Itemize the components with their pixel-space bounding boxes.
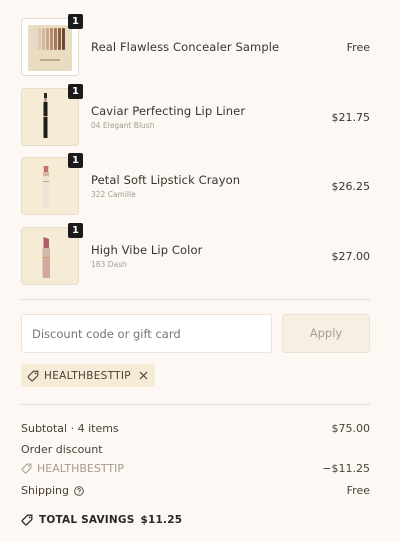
quantity-badge: 1 <box>68 14 83 29</box>
order-discount-row: Order discount <box>21 443 370 456</box>
applied-code-text: HEALTHBESTTIP <box>44 369 131 382</box>
discount-code-label: HEALTHBESTTIP <box>21 462 124 475</box>
item-price: $26.25 <box>331 179 371 193</box>
product-thumbnail: 1 <box>21 223 83 285</box>
item-name: Petal Soft Lipstick Crayon <box>91 173 241 187</box>
subtotal-value: $75.00 <box>331 422 371 435</box>
shipping-row: Shipping Free <box>21 484 370 497</box>
item-info: Petal Soft Lipstick Crayon 322 Camille <box>91 173 332 199</box>
tag-icon <box>21 514 33 526</box>
help-icon[interactable] <box>74 485 84 496</box>
product-thumbnail: 1 <box>21 84 83 146</box>
item-name: Caviar Perfecting Lip Liner <box>91 104 246 118</box>
discount-code-row: HEALTHBESTTIP −$11.25 <box>21 462 370 475</box>
item-price: $27.00 <box>331 249 371 263</box>
divider <box>21 299 370 300</box>
product-thumbnail: 1 <box>21 14 83 76</box>
subtotal-row: Subtotal · 4 items $75.00 <box>21 422 370 435</box>
total-savings: TOTAL SAVINGS $11.25 <box>21 514 182 526</box>
line-item: 1 Petal Soft Lipstick Crayon 322 Camille… <box>21 153 371 215</box>
line-item: 1 High Vibe Lip Color 183 Dash $27.00 <box>21 223 371 285</box>
item-info: Caviar Perfecting Lip Liner 04 Elegant B… <box>91 104 332 130</box>
quantity-badge: 1 <box>68 84 83 99</box>
item-price: $21.75 <box>331 110 371 124</box>
apply-button[interactable]: Apply <box>282 314 370 353</box>
discount-code-input[interactable] <box>21 314 272 353</box>
quantity-badge: 1 <box>68 153 83 168</box>
product-thumbnail: 1 <box>21 153 83 215</box>
total-savings-value: $11.25 <box>140 514 183 526</box>
shipping-label-group: Shipping <box>21 484 84 497</box>
shipping-label: Shipping <box>21 484 69 497</box>
item-price: Free <box>346 40 370 54</box>
item-variant: 04 Elegant Blush <box>91 121 155 130</box>
line-item: 1 Caviar Perfecting Lip Liner 04 Elegant… <box>21 84 371 146</box>
order-discount-label: Order discount <box>21 443 103 456</box>
tag-icon <box>21 463 32 474</box>
line-item: 1 Real Flawless Concealer Sample Free <box>21 14 370 76</box>
discount-code-name: HEALTHBESTTIP <box>37 462 124 475</box>
item-name: Real Flawless Concealer Sample <box>91 40 280 54</box>
remove-code-icon[interactable] <box>139 371 148 380</box>
quantity-badge: 1 <box>68 223 83 238</box>
applied-discount-chip: HEALTHBESTTIP <box>21 364 155 387</box>
item-variant: 183 Dash <box>91 260 127 269</box>
item-info: Real Flawless Concealer Sample <box>91 40 347 54</box>
item-name: High Vibe Lip Color <box>91 243 203 257</box>
divider <box>21 404 370 405</box>
total-savings-label: TOTAL SAVINGS <box>39 514 135 526</box>
item-info: High Vibe Lip Color 183 Dash <box>91 243 332 269</box>
subtotal-label: Subtotal · 4 items <box>21 422 119 435</box>
discount-value: −$11.25 <box>322 462 370 475</box>
item-variant: 322 Camille <box>91 190 136 199</box>
tag-icon <box>27 370 39 382</box>
shipping-value: Free <box>346 484 370 497</box>
